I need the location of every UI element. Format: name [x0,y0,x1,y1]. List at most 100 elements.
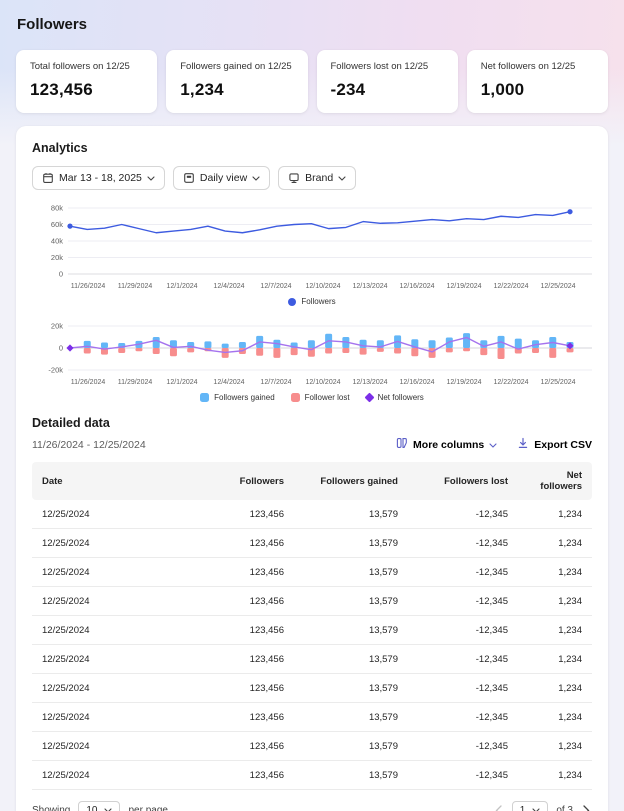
previous-page-button[interactable] [493,803,504,811]
legend-item-followers: Followers [288,297,335,306]
svg-text:0: 0 [59,270,63,279]
view-granularity-label: Daily view [200,172,247,184]
svg-text:12/4/2024: 12/4/2024 [213,379,244,386]
table-cell: 123,456 [184,732,294,761]
table-cell: 123,456 [184,558,294,587]
table-cell: 12/25/2024 [32,558,184,587]
table-cell: 123,456 [184,761,294,790]
bar-chart-legend: Followers gained Follower lost Net follo… [32,393,592,402]
stat-card-followers-gained: Followers gained on 12/25 1,234 [166,50,307,113]
table-cell: 1,234 [518,616,592,645]
svg-text:0: 0 [59,344,63,353]
table-row: 12/25/2024123,45613,579-12,3451,234 [32,732,592,761]
table-cell: 13,579 [294,558,408,587]
chevron-down-icon [489,439,497,451]
table-cell: -12,345 [408,761,518,790]
chevron-down-icon [338,176,346,181]
legend-label: Follower lost [305,393,350,402]
stat-value: -234 [331,80,444,100]
filters-row: Mar 13 - 18, 2025 Daily view [32,166,592,190]
table-cell: 13,579 [294,732,408,761]
svg-text:60k: 60k [51,220,63,229]
svg-text:12/16/2024: 12/16/2024 [399,283,434,290]
table-row: 12/25/2024123,45613,579-12,3451,234 [32,500,592,529]
gained-lost-bar-chart-svg: -20k020k11/26/202411/29/202412/1/202412/… [32,316,592,390]
stat-value: 1,234 [180,80,293,100]
table-cell: 1,234 [518,500,592,529]
svg-text:12/10/2024: 12/10/2024 [305,283,340,290]
page-size-control: Showing 10 per page [32,801,168,811]
svg-text:11/29/2024: 11/29/2024 [118,379,153,386]
stat-card-followers-lost: Followers lost on 12/25 -234 [317,50,458,113]
legend-label: Followers [301,297,335,306]
table-footer: Showing 10 per page 1 of 3 [32,790,592,811]
table-cell: 1,234 [518,558,592,587]
table-row: 12/25/2024123,45613,579-12,3451,234 [32,703,592,732]
view-granularity-dropdown[interactable]: Daily view [173,166,270,190]
table-cell: 12/25/2024 [32,587,184,616]
svg-text:40k: 40k [51,237,63,246]
followers-legend-dot [288,298,296,306]
stat-label: Total followers on 12/25 [30,61,143,72]
more-columns-label: More columns [413,439,484,451]
table-cell: 123,456 [184,674,294,703]
table-cell: 12/25/2024 [32,500,184,529]
per-page-label: per page [128,805,167,811]
detailed-data-title: Detailed data [32,416,592,430]
chevron-right-icon [583,805,590,811]
table-cell: 1,234 [518,732,592,761]
date-range-dropdown[interactable]: Mar 13 - 18, 2025 [32,166,165,190]
line-chart-legend: Followers [32,297,592,306]
account-dropdown[interactable]: Brand [278,166,356,190]
account-label: Brand [305,172,333,184]
page-title: Followers [17,16,608,33]
svg-text:12/1/2024: 12/1/2024 [166,379,197,386]
page-number-select[interactable]: 1 [512,801,549,811]
download-icon [517,437,529,452]
svg-text:12/7/2024: 12/7/2024 [260,379,291,386]
table-row: 12/25/2024123,45613,579-12,3451,234 [32,761,592,790]
svg-text:12/22/2024: 12/22/2024 [493,283,528,290]
detailed-data-meta: 11/26/2024 - 12/25/2024 More columns [32,437,592,452]
detailed-data-table: Date Followers Followers gained Follower… [32,462,592,790]
chevron-left-icon [495,805,502,811]
svg-text:12/13/2024: 12/13/2024 [352,283,387,290]
calendar-icon [42,172,54,184]
net-legend-diamond [364,393,374,403]
table-cell: 123,456 [184,703,294,732]
svg-text:20k: 20k [51,322,63,331]
next-page-button[interactable] [581,803,592,811]
table-row: 12/25/2024123,45613,579-12,3451,234 [32,558,592,587]
table-cell: 1,234 [518,674,592,703]
more-columns-button[interactable]: More columns [396,437,497,452]
table-row: 12/25/2024123,45613,579-12,3451,234 [32,645,592,674]
legend-label: Followers gained [214,393,274,402]
lost-legend-swatch [291,393,300,402]
stat-label: Followers lost on 12/25 [331,61,444,72]
table-cell: 12/25/2024 [32,529,184,558]
table-cell: 13,579 [294,674,408,703]
monitor-icon [288,172,300,184]
table-cell: -12,345 [408,674,518,703]
svg-text:12/4/2024: 12/4/2024 [213,283,244,290]
table-cell: 13,579 [294,529,408,558]
table-cell: 12/25/2024 [32,761,184,790]
legend-label: Net followers [378,393,424,402]
svg-text:12/13/2024: 12/13/2024 [352,379,387,386]
stat-label: Followers gained on 12/25 [180,61,293,72]
table-cell: -12,345 [408,500,518,529]
legend-item-follower-lost: Follower lost [291,393,350,402]
export-csv-button[interactable]: Export CSV [517,437,592,452]
table-header: Date Followers Followers gained Follower… [32,462,592,500]
table-cell: 123,456 [184,587,294,616]
table-cell: 12/25/2024 [32,703,184,732]
stat-card-net-followers: Net followers on 12/25 1,000 [467,50,608,113]
svg-text:11/29/2024: 11/29/2024 [118,283,153,290]
pagination-control: 1 of 3 [493,801,592,811]
stat-value: 123,456 [30,80,143,100]
svg-text:12/7/2024: 12/7/2024 [260,283,291,290]
export-csv-label: Export CSV [534,439,592,451]
detailed-data-date-range: 11/26/2024 - 12/25/2024 [32,439,146,451]
page-size-select[interactable]: 10 [78,801,120,811]
table-cell: 12/25/2024 [32,732,184,761]
